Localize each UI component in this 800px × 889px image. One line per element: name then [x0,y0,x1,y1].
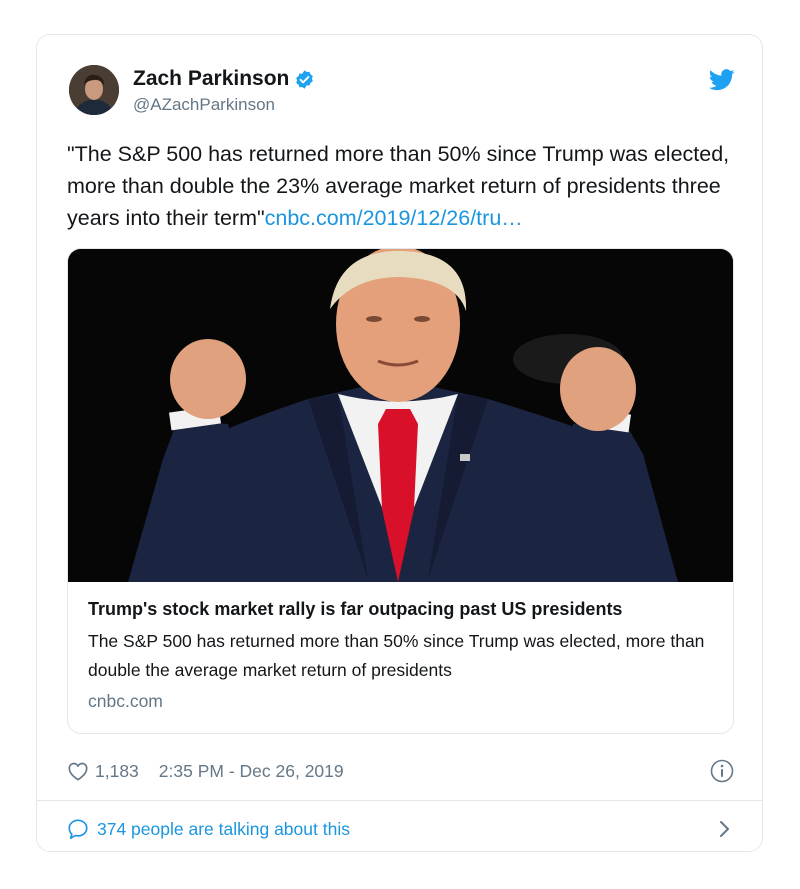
tweet-timestamp[interactable]: 2:35 PM - Dec 26, 2019 [159,761,344,782]
card-body[interactable]: Trump's stock market rally is far outpac… [88,597,718,712]
card-image[interactable] [68,249,734,582]
heart-icon[interactable] [67,761,89,781]
verified-badge-icon [296,69,314,89]
twitter-bird-icon[interactable] [709,69,735,91]
avatar[interactable] [69,65,119,115]
chevron-right-icon[interactable] [718,819,732,839]
author-handle[interactable]: @AZachParkinson [133,95,275,115]
divider [37,800,762,801]
conversation-text[interactable]: 374 people are talking about this [97,819,350,840]
like-count[interactable]: 1,183 [95,761,139,782]
conversation-link[interactable]: 374 people are talking about this [67,816,734,842]
card-description: The S&P 500 has returned more than 50% s… [88,631,705,680]
tweet-text: "The S&P 500 has returned more than 50% … [67,138,737,234]
tweet-meta-row: 1,183 2:35 PM - Dec 26, 2019 [67,757,734,785]
author-display-name[interactable]: Zach Parkinson [133,67,289,91]
tweet-embed: Zach Parkinson @AZachParkinson "The S&P … [36,34,763,852]
link-card[interactable]: Trump's stock market rally is far outpac… [67,248,734,734]
info-icon[interactable] [710,759,734,783]
tweet-link[interactable]: cnbc.com/2019/12/26/tru… [265,206,523,230]
card-domain: cnbc.com [88,691,163,711]
card-title[interactable]: Trump's stock market rally is far outpac… [88,597,718,621]
speech-bubble-icon [68,819,88,839]
author-name-row[interactable]: Zach Parkinson [133,67,315,91]
